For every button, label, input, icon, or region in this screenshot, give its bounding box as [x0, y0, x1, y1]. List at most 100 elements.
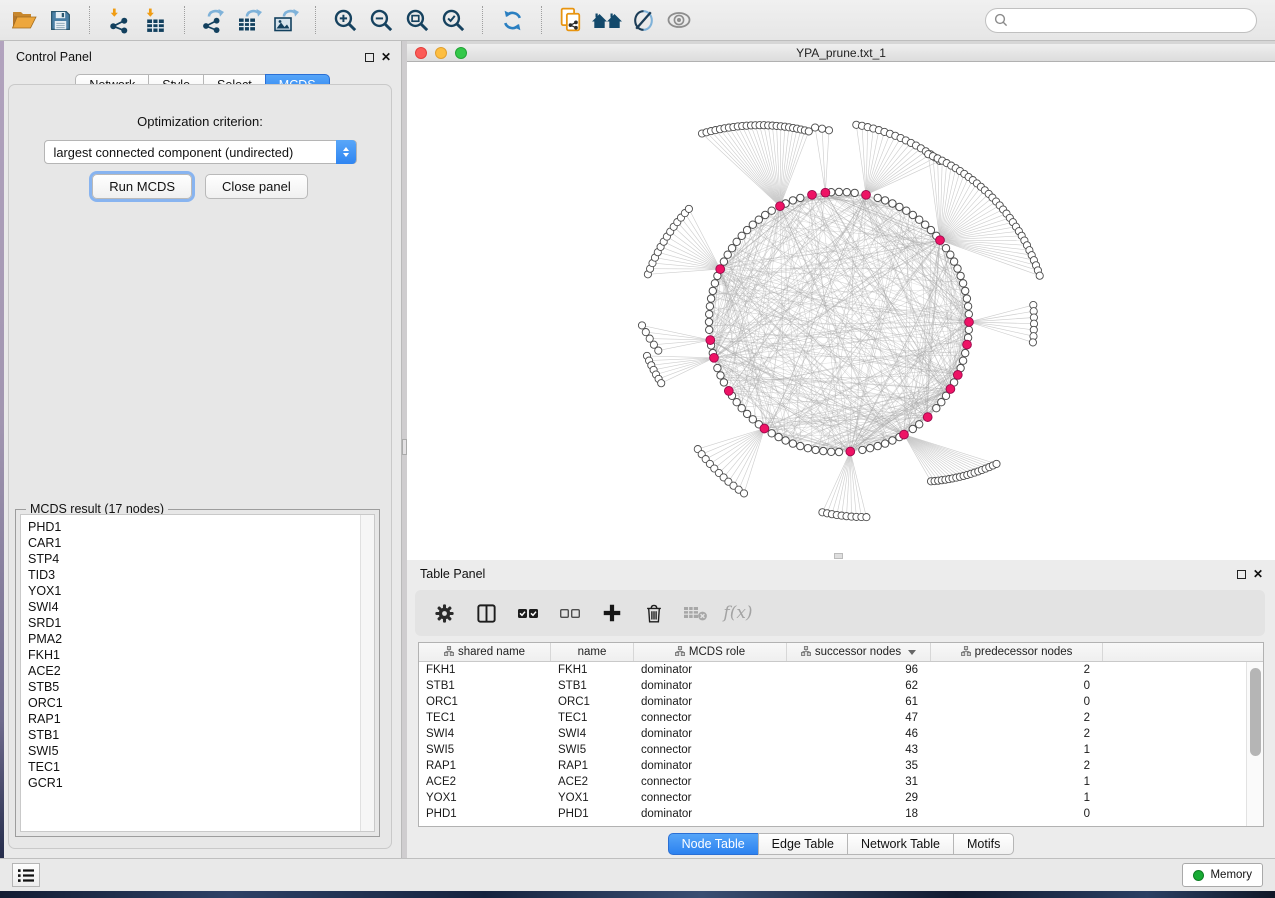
- share-network-button[interactable]: [553, 3, 589, 37]
- mcds-list-scrollbar[interactable]: [360, 515, 374, 831]
- network-node[interactable]: [658, 380, 665, 387]
- search-box[interactable]: [985, 8, 1257, 33]
- network-node[interactable]: [909, 211, 916, 218]
- network-node[interactable]: [916, 421, 923, 428]
- network-node[interactable]: [962, 349, 969, 356]
- network-node[interactable]: [903, 207, 910, 214]
- network-node[interactable]: [963, 295, 970, 302]
- mcds-node[interactable]: [760, 424, 769, 433]
- search-input[interactable]: [1013, 13, 1248, 27]
- mcds-result-item[interactable]: SRD1: [28, 615, 374, 631]
- close-panel-icon[interactable]: ✕: [381, 53, 391, 62]
- cell-name[interactable]: ORC1: [551, 694, 634, 710]
- mcds-result-item[interactable]: TEC1: [28, 759, 374, 775]
- column-header-predecessor-nodes[interactable]: predecessor nodes: [931, 643, 1103, 661]
- network-node[interactable]: [720, 258, 727, 265]
- mcds-node[interactable]: [953, 371, 962, 380]
- network-node[interactable]: [705, 318, 712, 325]
- hide-annotations-button[interactable]: [625, 3, 661, 37]
- cell-name[interactable]: SWI5: [551, 742, 634, 758]
- network-node[interactable]: [851, 189, 858, 196]
- close-mcds-panel-button[interactable]: Close panel: [205, 174, 308, 199]
- network-node[interactable]: [724, 251, 731, 258]
- import-table-button[interactable]: [137, 3, 173, 37]
- network-node[interactable]: [965, 326, 972, 333]
- network-node[interactable]: [768, 207, 775, 214]
- cell-name[interactable]: TEC1: [551, 710, 634, 726]
- network-node[interactable]: [797, 194, 804, 201]
- network-node[interactable]: [789, 440, 796, 447]
- network-node[interactable]: [728, 245, 735, 252]
- network-node[interactable]: [717, 372, 724, 379]
- network-node[interactable]: [881, 197, 888, 204]
- network-node[interactable]: [804, 445, 811, 452]
- cell-predecessor-nodes[interactable]: 2: [931, 662, 1103, 678]
- network-node[interactable]: [733, 238, 740, 245]
- network-node[interactable]: [797, 442, 804, 449]
- mcds-node[interactable]: [900, 430, 909, 439]
- network-canvas[interactable]: [407, 62, 1275, 560]
- network-node[interactable]: [740, 490, 747, 497]
- network-node[interactable]: [812, 124, 819, 131]
- network-node[interactable]: [768, 430, 775, 437]
- network-node[interactable]: [896, 203, 903, 210]
- table-row[interactable]: ORC1ORC1dominator610: [419, 694, 1246, 710]
- minimize-window-button[interactable]: [435, 47, 447, 59]
- network-node[interactable]: [947, 251, 954, 258]
- cell-shared-name[interactable]: RAP1: [419, 758, 551, 774]
- criterion-dropdown[interactable]: largest connected component (undirected): [44, 140, 357, 164]
- cell-name[interactable]: PHD1: [551, 806, 634, 822]
- network-node[interactable]: [638, 322, 645, 329]
- table-row[interactable]: FKH1FKH1dominator962: [419, 662, 1246, 678]
- network-window-titlebar[interactable]: YPA_prune.txt_1: [407, 44, 1275, 62]
- scrollbar-thumb[interactable]: [1250, 668, 1261, 756]
- mcds-result-item[interactable]: ORC1: [28, 695, 374, 711]
- table-row[interactable]: SWI4SWI4dominator462: [419, 726, 1246, 742]
- cell-successor-nodes[interactable]: 29: [787, 790, 931, 806]
- mcds-result-item[interactable]: FKH1: [28, 647, 374, 663]
- cell-shared-name[interactable]: YOX1: [419, 790, 551, 806]
- show-panels-menu-button[interactable]: [12, 863, 40, 887]
- delete-table-button[interactable]: [679, 596, 713, 630]
- network-node[interactable]: [775, 433, 782, 440]
- zoom-selected-button[interactable]: [435, 3, 471, 37]
- network-node[interactable]: [812, 446, 819, 453]
- table-settings-button[interactable]: [427, 596, 461, 630]
- unselect-all-rows-button[interactable]: [553, 596, 587, 630]
- mcds-node[interactable]: [706, 336, 715, 345]
- network-node[interactable]: [707, 295, 714, 302]
- cell-successor-nodes[interactable]: 35: [787, 758, 931, 774]
- close-table-panel-icon[interactable]: ✕: [1253, 570, 1263, 579]
- network-node[interactable]: [964, 303, 971, 310]
- cell-mcds-role[interactable]: dominator: [634, 726, 787, 742]
- mcds-result-item[interactable]: ACE2: [28, 663, 374, 679]
- network-node[interactable]: [706, 303, 713, 310]
- tab-node-table[interactable]: Node Table: [668, 833, 759, 855]
- cell-mcds-role[interactable]: dominator: [634, 662, 787, 678]
- network-node[interactable]: [962, 287, 969, 294]
- network-node[interactable]: [762, 211, 769, 218]
- cell-predecessor-nodes[interactable]: 2: [931, 726, 1103, 742]
- column-header-name[interactable]: name: [551, 643, 634, 661]
- save-session-button[interactable]: [42, 3, 78, 37]
- cytoscape-home-button[interactable]: [589, 3, 625, 37]
- cell-name[interactable]: RAP1: [551, 758, 634, 774]
- cell-name[interactable]: FKH1: [551, 662, 634, 678]
- network-node[interactable]: [819, 125, 826, 132]
- network-node[interactable]: [938, 399, 945, 406]
- export-image-button[interactable]: [268, 3, 304, 37]
- network-node[interactable]: [959, 357, 966, 364]
- maximize-window-button[interactable]: [455, 47, 467, 59]
- network-node[interactable]: [909, 425, 916, 432]
- mcds-result-item[interactable]: STB5: [28, 679, 374, 695]
- cell-successor-nodes[interactable]: 47: [787, 710, 931, 726]
- cell-shared-name[interactable]: FKH1: [419, 662, 551, 678]
- mcds-result-item[interactable]: STP4: [28, 551, 374, 567]
- cell-mcds-role[interactable]: connector: [634, 774, 787, 790]
- mcds-result-item[interactable]: TID3: [28, 567, 374, 583]
- network-node[interactable]: [711, 280, 718, 287]
- cell-mcds-role[interactable]: dominator: [634, 694, 787, 710]
- mcds-node[interactable]: [936, 236, 945, 245]
- cell-mcds-role[interactable]: dominator: [634, 678, 787, 694]
- cell-successor-nodes[interactable]: 61: [787, 694, 931, 710]
